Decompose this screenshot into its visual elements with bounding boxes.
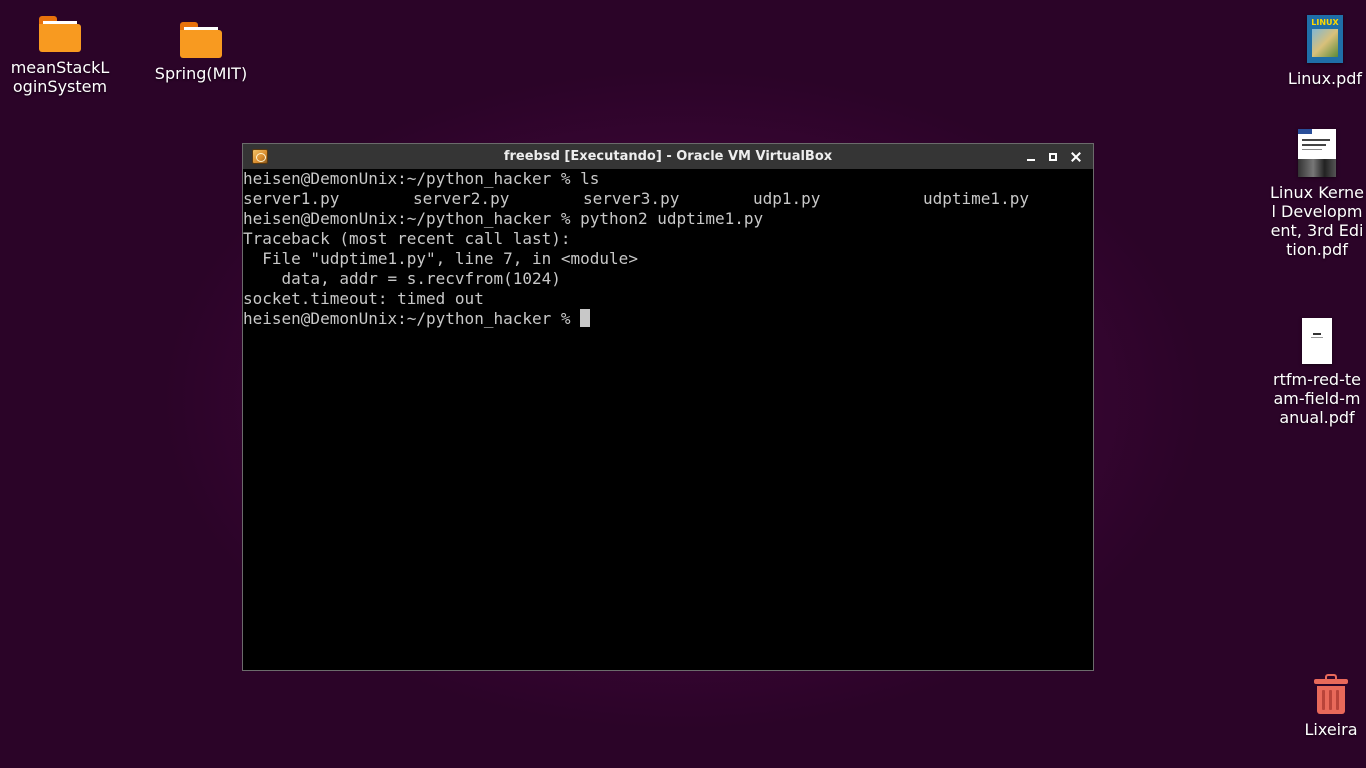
- terminal-line: heisen@DemonUnix:~/python_hacker % ls: [243, 169, 600, 188]
- terminal-line: heisen@DemonUnix:~/python_hacker % pytho…: [243, 209, 764, 228]
- terminal-line: socket.timeout: timed out: [243, 289, 484, 308]
- virtualbox-window[interactable]: freebsd [Executando] - Oracle VM Virtual…: [242, 143, 1094, 671]
- pdf-thumbnail-icon: [1298, 129, 1336, 177]
- desktop-icon-label: Linux.pdf: [1287, 69, 1363, 88]
- window-titlebar[interactable]: freebsd [Executando] - Oracle VM Virtual…: [243, 144, 1093, 169]
- ls-entry: server1.py: [243, 189, 340, 208]
- pdf-thumbnail-icon: LINUX: [1307, 15, 1343, 63]
- desktop-icon-linux-kernel-development-pdf[interactable]: Linux Kernel Development, 3rd Edition.pd…: [1268, 129, 1366, 259]
- terminal-line: Traceback (most recent call last):: [243, 229, 571, 248]
- desktop-icon-rtfm-pdf[interactable]: rtfm-red-team-field-manual.pdf: [1268, 318, 1366, 427]
- desktop-icon-linux-pdf[interactable]: LINUX Linux.pdf: [1280, 15, 1366, 88]
- terminal-ls-output: server1.py server2.py server3.py udp1.py udp…: [243, 189, 1093, 209]
- folder-icon: [39, 16, 81, 52]
- desktop-icon-lixeira[interactable]: Lixeira: [1296, 674, 1366, 739]
- terminal-cursor: [580, 309, 591, 327]
- terminal-prompt: heisen@DemonUnix:~/python_hacker %: [243, 309, 581, 328]
- desktop-icon-label: Lixeira: [1304, 720, 1358, 739]
- pdf-thumbnail-icon: [1302, 318, 1332, 364]
- window-title: freebsd [Executando] - Oracle VM Virtual…: [503, 149, 833, 164]
- terminal-screen[interactable]: heisen@DemonUnix:~/python_hacker % ls se…: [243, 169, 1093, 670]
- ls-entry: server3.py: [583, 189, 680, 208]
- desktop-icon-meanstackloginsystem[interactable]: meanStackLoginSystem: [6, 16, 114, 96]
- terminal-prompt-line[interactable]: heisen@DemonUnix:~/python_hacker %: [243, 309, 1093, 329]
- desktop-icon-label: Linux Kernel Development, 3rd Edition.pd…: [1270, 183, 1365, 259]
- ls-entry: udptime1.py: [923, 189, 1029, 208]
- desktop-icon-label: Spring(MIT): [154, 64, 248, 83]
- close-button[interactable]: [1068, 149, 1084, 165]
- desktop-icon-label: rtfm-red-team-field-manual.pdf: [1273, 370, 1361, 427]
- ls-entry: udp1.py: [753, 189, 821, 208]
- ls-entry: server2.py: [413, 189, 510, 208]
- terminal-line: data, addr = s.recvfrom(1024): [243, 269, 561, 288]
- folder-icon: [180, 22, 222, 58]
- terminal-line: File "udptime1.py", line 7, in <module>: [243, 249, 638, 268]
- minimize-button[interactable]: [1023, 149, 1039, 165]
- desktop-icon-spring-mit[interactable]: Spring(MIT): [146, 22, 256, 83]
- trash-icon: [1313, 674, 1349, 714]
- desktop-icon-label: meanStackLoginSystem: [10, 58, 110, 96]
- maximize-button[interactable]: [1045, 149, 1061, 165]
